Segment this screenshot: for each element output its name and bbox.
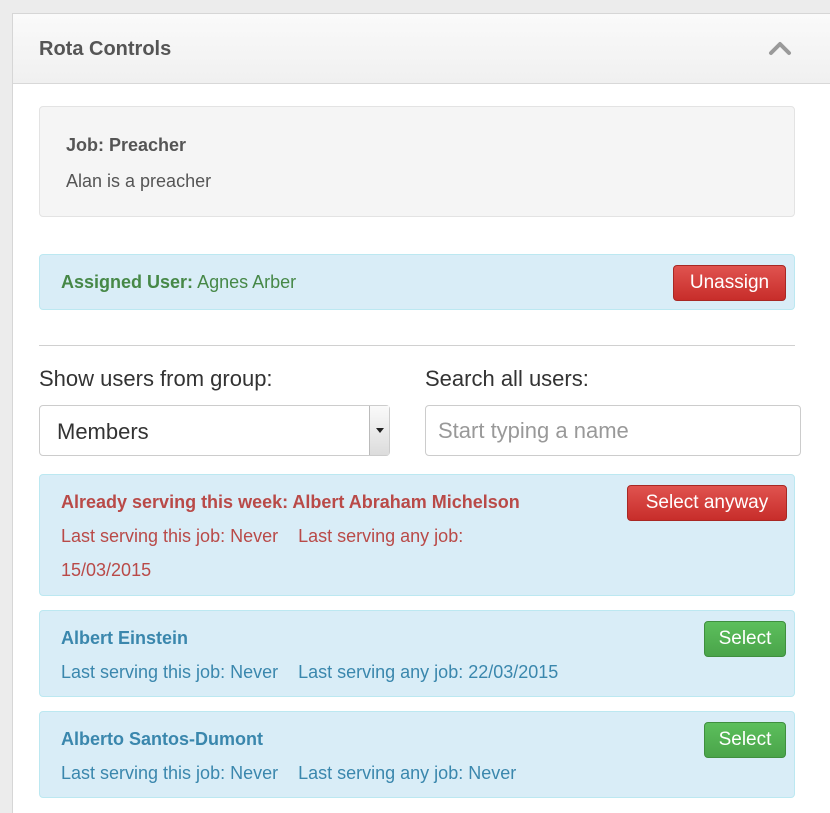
dropdown-arrow-icon[interactable] [369, 406, 389, 455]
unassign-button[interactable]: Unassign [673, 265, 786, 301]
select-anyway-button[interactable]: Select anyway [627, 485, 787, 521]
last-serving-this-job: Last serving this job: Never [61, 662, 279, 682]
assigned-user-alert: Assigned User: Agnes Arber Unassign [39, 254, 795, 310]
last-serving-any-job: Last serving any job: Never [298, 763, 517, 783]
group-filter-label: Show users from group: [39, 366, 273, 391]
user-serving-info: Last serving this job: Never Last serving… [61, 519, 463, 587]
rota-controls-panel: Rota Controls Job: Preacher Alan is a pr… [12, 13, 830, 813]
panel-heading[interactable]: Rota Controls [13, 14, 830, 84]
last-serving-this-job: Last serving this job: Never [61, 763, 279, 783]
user-name: Albert Einstein [61, 628, 189, 648]
divider [39, 345, 795, 346]
assigned-user-text: Assigned User: Agnes Arber [61, 272, 296, 293]
select-button[interactable]: Select [704, 621, 786, 657]
user-name: Already serving this week: Albert Abraha… [61, 492, 520, 512]
user-serving-info: Last serving this job: Never Last serving… [61, 756, 516, 790]
user-card-already-serving: Already serving this week: Albert Abraha… [39, 474, 795, 596]
job-description: Alan is a preacher [66, 171, 212, 191]
last-serving-any-job: Last serving any job: [298, 526, 464, 546]
panel-title: Rota Controls [39, 38, 172, 60]
last-serving-any-job: Last serving any job: 22/03/2015 [298, 662, 559, 682]
group-select-value: Members [57, 419, 149, 444]
assigned-user-label: Assigned User: [61, 272, 194, 292]
last-serving-this-job: Last serving this job: Never [61, 526, 279, 546]
user-card: Alberto Santos-Dumont Last serving this … [39, 711, 795, 798]
group-select[interactable]: Members [39, 405, 390, 456]
chevron-up-icon[interactable] [768, 38, 792, 58]
search-users-input[interactable] [425, 405, 801, 456]
job-title: Job: Preacher [66, 135, 187, 155]
job-info-well: Job: Preacher Alan is a preacher [39, 106, 795, 217]
last-serving-any-job-date: 15/03/2015 [61, 560, 152, 580]
search-users-label: Search all users: [425, 366, 589, 391]
select-button[interactable]: Select [704, 722, 786, 758]
user-serving-info: Last serving this job: Never Last serving… [61, 655, 558, 689]
assigned-user-name: Agnes Arber [197, 272, 297, 292]
user-name: Alberto Santos-Dumont [61, 729, 263, 749]
user-card: Albert Einstein Last serving this job: N… [39, 610, 795, 697]
